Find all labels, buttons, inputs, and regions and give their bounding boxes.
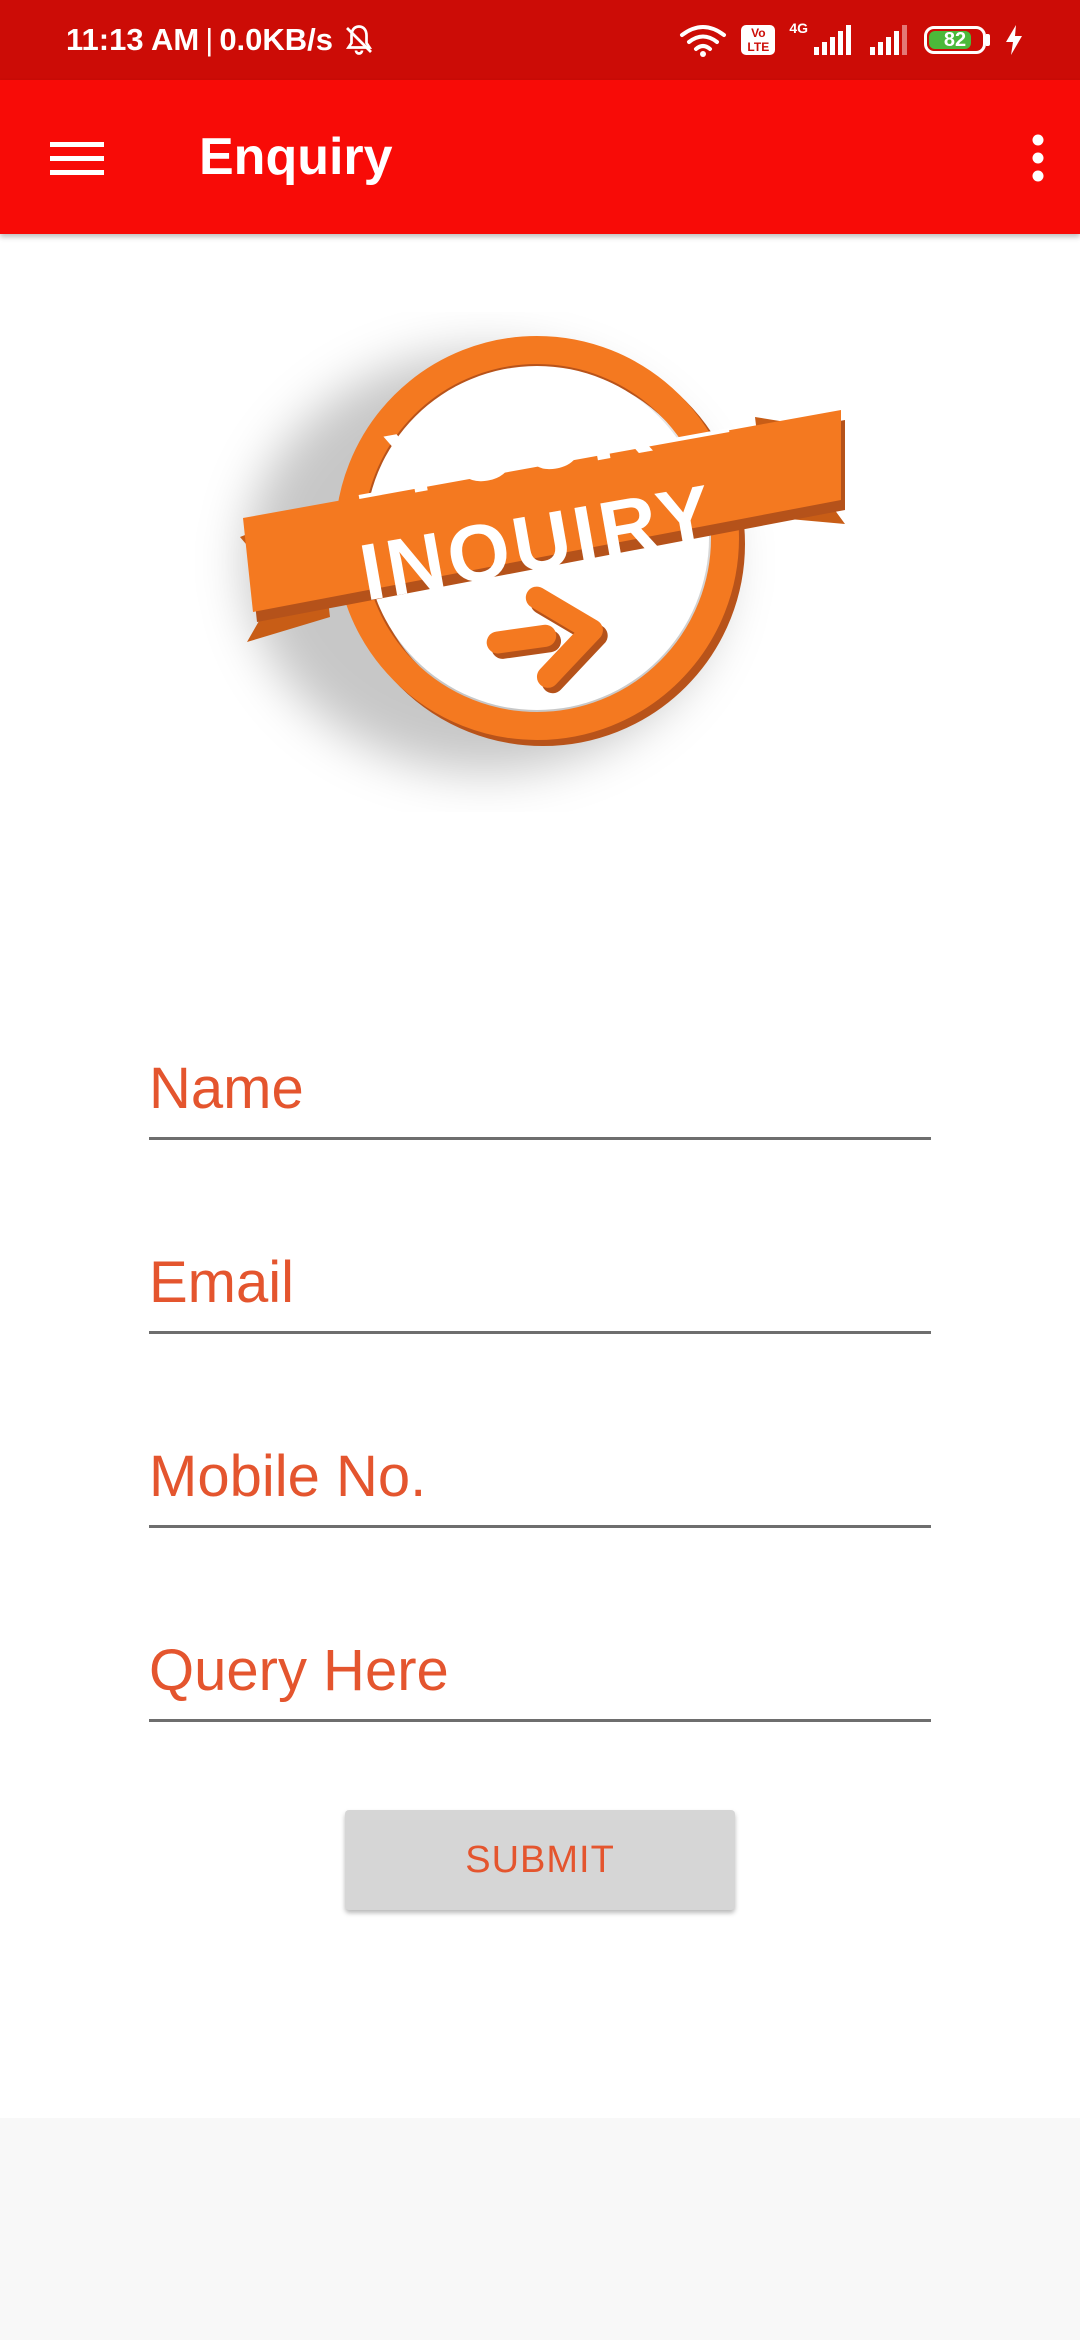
inquiry-logo: YOUR INQUIRY <box>155 312 875 812</box>
inquiry-badge-image: YOUR INQUIRY <box>240 336 845 772</box>
status-time: 11:13 AM <box>66 22 200 57</box>
status-left: 11:13 AM | 0.0KB/s <box>66 0 377 80</box>
hamburger-menu-icon <box>50 142 104 175</box>
query-input[interactable] <box>149 1622 931 1722</box>
wifi-icon <box>680 25 727 57</box>
charging-icon <box>1006 25 1022 55</box>
bell-off-icon <box>346 25 373 55</box>
enquiry-form <box>149 1020 931 1796</box>
mobile-input[interactable] <box>149 1428 931 1528</box>
network-type-label: 4G <box>789 20 808 36</box>
submit-button[interactable]: SUBMIT <box>345 1810 735 1910</box>
bottom-area <box>0 2118 1080 2340</box>
status-network-speed: 0.0KB/s <box>219 22 334 57</box>
status-separator: | <box>205 22 214 57</box>
menu-button[interactable] <box>36 120 118 196</box>
battery-cap <box>986 34 990 46</box>
app-bar: Enquiry <box>0 80 1080 234</box>
email-input[interactable] <box>149 1234 931 1334</box>
status-bar: 11:13 AM | 0.0KB/s Vo LTE 4G 82 <box>0 0 1080 80</box>
name-field <box>149 1020 931 1140</box>
page-title: Enquiry <box>199 128 393 186</box>
email-field <box>149 1214 931 1334</box>
mobile-field <box>149 1408 931 1528</box>
volte-bottom-label: LTE <box>747 40 770 54</box>
status-right: Vo LTE 4G 82 <box>679 0 1024 80</box>
battery-icon: 82 <box>924 26 986 54</box>
more-vertical-icon <box>1032 134 1044 182</box>
name-input[interactable] <box>149 1040 931 1140</box>
battery-level: 82 <box>943 29 967 51</box>
signal-icon <box>870 25 907 55</box>
volte-top-label: Vo <box>751 26 766 40</box>
volte-icon: Vo LTE <box>741 25 776 55</box>
query-field <box>149 1602 931 1722</box>
signal-icon <box>814 25 851 55</box>
overflow-menu-button[interactable] <box>1008 120 1068 196</box>
